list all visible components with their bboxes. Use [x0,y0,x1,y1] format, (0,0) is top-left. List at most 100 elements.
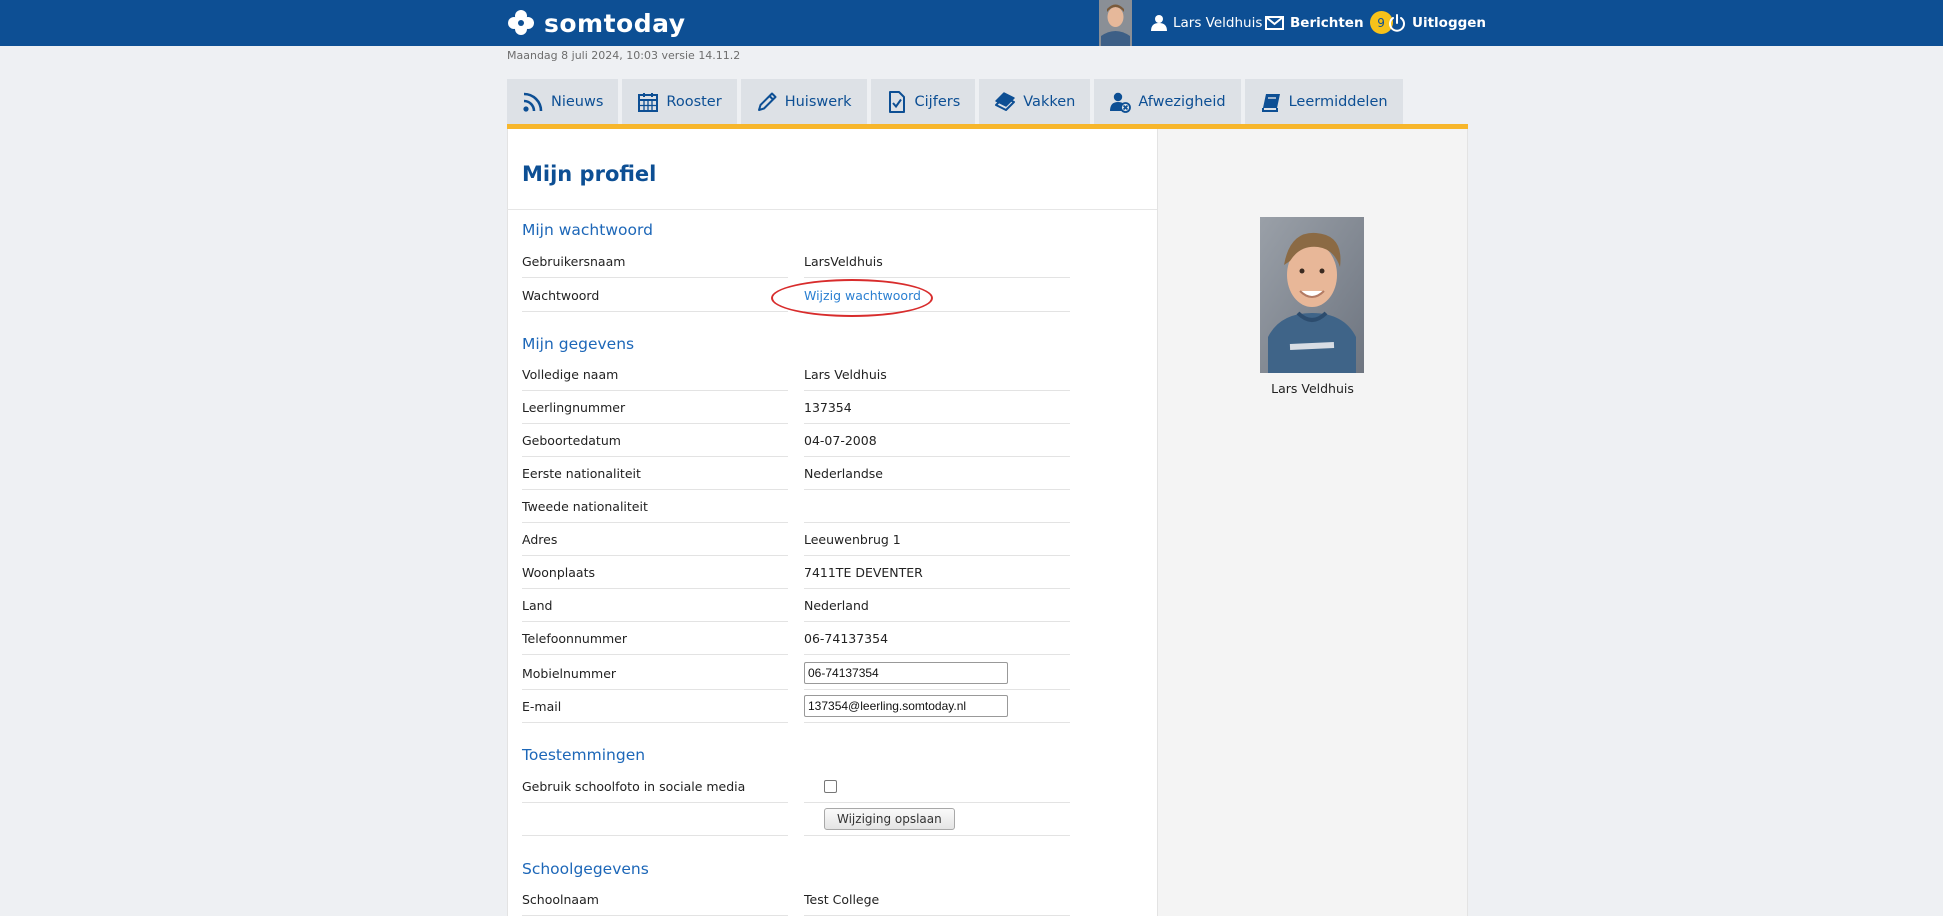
header-messages[interactable]: Berichten 9 [1265,11,1393,34]
tab-label: Vakken [1023,93,1076,110]
tab-cijfers[interactable]: Cijfers [870,79,976,124]
detail-value: Nederland [804,589,1070,622]
mobile-value-cell [804,657,1070,690]
row-password: Wachtwoord Wijzig wachtwoord [522,279,1070,317]
tab-label: Huiswerk [784,93,852,110]
photo-social-checkbox[interactable] [824,779,837,793]
tab-leermiddelen[interactable]: Leermiddelen [1244,79,1403,124]
tab-label: Rooster [666,93,722,110]
detail-value: Leeuwenbrug 1 [804,523,1070,556]
avatar-photo-icon [1099,0,1132,46]
header-user[interactable]: Lars Veldhuis [1151,14,1262,31]
password-value-cell: Wijzig wachtwoord [771,279,1070,317]
calendar-icon [638,92,659,112]
detail-value [804,490,1070,523]
mobile-label: Mobielnummer [522,657,788,690]
profile-card-name: Lars Veldhuis [1271,381,1354,396]
save-changes-button[interactable]: Wijziging opslaan [824,808,955,830]
school-name-label: Schoolnaam [522,883,788,916]
save-cell: Wijziging opslaan [804,803,1070,836]
profile-photo [1260,217,1364,373]
table-row: Volledige naam Lars Veldhuis [522,358,1070,391]
table-row: Eerste nationaliteit Nederlandse [522,457,1070,490]
tab-rooster[interactable]: Rooster [622,79,737,124]
pencil-icon [757,92,777,111]
username-label: Gebruikersnaam [522,245,788,278]
detail-label: Geboortedatum [522,424,788,457]
detail-label: Woonplaats [522,556,788,589]
detail-label: Tweede nationaliteit [522,490,788,523]
power-icon [1389,14,1405,32]
main-nav-tabs: Nieuws Rooster Huiswerk Cijfers Vakken A… [507,79,1403,124]
detail-label: Volledige naam [522,358,788,391]
detail-value: 137354 [804,391,1070,424]
row-save: Wijziging opslaan [522,803,1070,836]
detail-label: Land [522,589,788,622]
header-messages-label: Berichten [1290,14,1364,31]
row-mobile: Mobielnummer [522,657,1070,690]
highlight-circle [771,279,933,317]
tab-label: Afwezigheid [1138,93,1226,110]
book-icon [1261,93,1280,112]
somtoday-logo[interactable]: somtoday [506,7,686,39]
top-bar: somtoday Lars Veldhuis Berichten 9 Uitlo… [0,0,1943,46]
table-row: Geboortedatum 04-07-2008 [522,424,1070,457]
logout-label: Uitloggen [1412,15,1487,31]
detail-label: Leerlingnummer [522,391,788,424]
tab-afwezigheid[interactable]: Afwezigheid [1094,79,1241,124]
email-value-cell [804,690,1070,723]
user-icon [1151,15,1167,31]
section-title-details: Mijn gegevens [522,335,635,353]
section-title-password: Mijn wachtwoord [522,221,653,239]
detail-value: 7411TE DEVENTER [804,556,1070,589]
row-email: E-mail [522,690,1070,723]
school-name-value: Test College [804,883,1070,916]
detail-value: Lars Veldhuis [804,358,1070,391]
row-school-name: Schoolnaam Test College [522,883,1070,916]
detail-label: Eerste nationaliteit [522,457,788,490]
date-version-info: Maandag 8 juli 2024, 10:03 versie 14.11.… [507,49,741,62]
tab-label: Nieuws [551,93,604,110]
tab-huiswerk[interactable]: Huiswerk [740,79,867,124]
email-label: E-mail [522,690,788,723]
somtoday-logo-icon [508,10,534,35]
detail-value: Nederlandse [804,457,1070,490]
password-label: Wachtwoord [522,279,788,312]
username-value: LarsVeldhuis [804,245,1070,278]
detail-value: 06-74137354 [804,622,1070,655]
row-username: Gebruikersnaam LarsVeldhuis [522,245,1070,278]
title-divider [507,209,1157,210]
tab-label: Leermiddelen [1288,93,1388,110]
detail-label: Telefoonnummer [522,622,788,655]
header-avatar[interactable] [1099,0,1132,46]
rss-icon [523,92,543,112]
section-title-permissions: Toestemmingen [522,746,646,764]
header-user-name: Lars Veldhuis [1173,14,1263,31]
table-row: Woonplaats 7411TE DEVENTER [522,556,1070,589]
table-row: Land Nederland [522,589,1070,622]
student-photo-icon [1260,217,1364,373]
mobile-number-input[interactable] [804,662,1008,684]
detail-value: 04-07-2008 [804,424,1070,457]
photo-social-cell [804,770,1070,803]
email-input[interactable] [804,695,1008,717]
row-photo-social: Gebruik schoolfoto in sociale media [522,770,1070,803]
books-icon [995,91,1016,111]
detail-label: Adres [522,523,788,556]
table-row: Telefoonnummer 06-74137354 [522,622,1070,655]
section-title-school: Schoolgegevens [522,860,649,878]
user-absence-icon [1110,92,1132,113]
envelope-icon [1265,15,1284,30]
page-title: Mijn profiel [522,162,657,186]
empty-label [522,803,788,836]
table-row: Tweede nationaliteit [522,490,1070,523]
tab-nieuws[interactable]: Nieuws [507,79,619,124]
tab-vakken[interactable]: Vakken [979,79,1091,124]
table-row: Leerlingnummer 137354 [522,391,1070,424]
photo-social-label: Gebruik schoolfoto in sociale media [522,770,788,803]
tab-label: Cijfers [914,93,961,110]
checked-document-icon [888,90,905,113]
table-row: Adres Leeuwenbrug 1 [522,523,1070,556]
logout-button[interactable]: Uitloggen [1388,14,1486,32]
brand-name: somtoday [544,8,686,38]
